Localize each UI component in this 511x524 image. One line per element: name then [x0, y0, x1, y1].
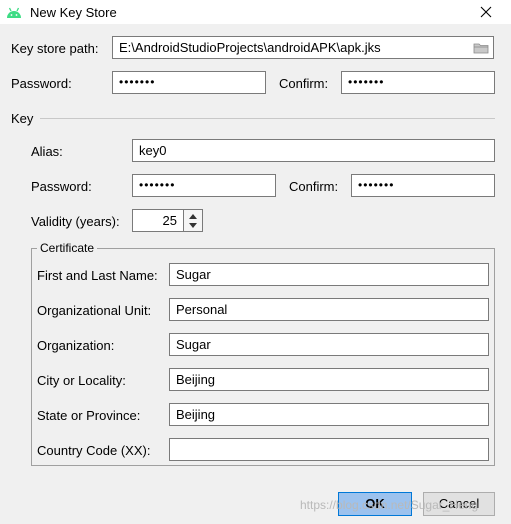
cert-state-input[interactable]: Beijing	[169, 403, 489, 426]
cert-org-label: Organization:	[37, 338, 115, 353]
cert-country-label: Country Code (XX):	[37, 443, 151, 458]
cert-org-unit-label: Organizational Unit:	[37, 303, 152, 318]
key-password-input[interactable]: •••••••	[132, 174, 276, 197]
spinner-up-icon[interactable]	[188, 213, 198, 220]
cert-country-input[interactable]	[169, 438, 489, 461]
folder-icon[interactable]	[473, 40, 489, 56]
cert-city-input[interactable]: Beijing	[169, 368, 489, 391]
android-icon	[7, 7, 21, 18]
key-password-label: Password:	[31, 179, 92, 194]
key-confirm-input[interactable]: •••••••	[351, 174, 495, 197]
alias-input[interactable]: key0	[132, 139, 495, 162]
cert-city-label: City or Locality:	[37, 373, 126, 388]
keystore-confirm-label: Confirm:	[279, 76, 329, 91]
cert-org-input[interactable]: Sugar	[169, 333, 489, 356]
validity-label: Validity (years):	[31, 214, 120, 229]
spinner-down-icon[interactable]	[188, 222, 198, 229]
key-section-divider	[40, 118, 495, 119]
keystore-path-label: Key store path:	[11, 41, 99, 56]
keystore-password-input[interactable]: •••••••	[112, 71, 266, 94]
title-bar: New Key Store	[0, 0, 511, 24]
certificate-section-label: Certificate	[37, 241, 98, 255]
cert-state-label: State or Province:	[37, 408, 141, 423]
keystore-confirm-input[interactable]: •••••••	[341, 71, 495, 94]
cert-name-label: First and Last Name:	[37, 268, 158, 283]
close-button[interactable]	[474, 0, 498, 24]
keystore-path-input[interactable]: E:\AndroidStudioProjects\androidAPK\apk.…	[112, 36, 494, 59]
alias-label: Alias:	[31, 144, 63, 159]
watermark: https://blog.csdn.net/Sugar_Heng	[300, 498, 479, 512]
close-icon	[480, 6, 492, 18]
validity-input[interactable]: 25	[132, 209, 184, 232]
cert-name-input[interactable]: Sugar	[169, 263, 489, 286]
key-confirm-label: Confirm:	[289, 179, 339, 194]
window-title: New Key Store	[30, 5, 117, 20]
cert-org-unit-input[interactable]: Personal	[169, 298, 489, 321]
keystore-path-value: E:\AndroidStudioProjects\androidAPK\apk.…	[119, 40, 381, 55]
validity-spinner[interactable]	[183, 209, 203, 232]
keystore-password-label: Password:	[11, 76, 72, 91]
key-section-label: Key	[11, 111, 34, 126]
